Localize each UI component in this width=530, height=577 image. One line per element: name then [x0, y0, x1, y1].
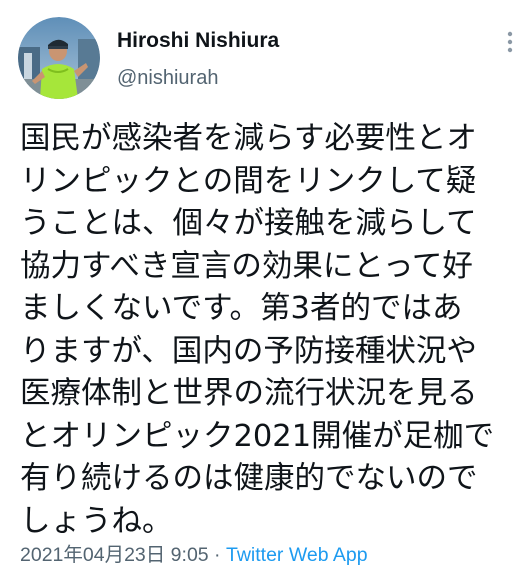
tweet-line: とオリンピック2021開催が足枷で: [20, 418, 495, 454]
tweet: Hiroshi Nishiura @nishiurah 国民が感染者を減らす必要…: [0, 0, 530, 577]
avatar[interactable]: [18, 17, 100, 99]
tweet-line: うことは、個々が接触を減らして: [20, 206, 477, 241]
tweet-timestamp[interactable]: 2021年04月23日 9:05: [20, 544, 209, 566]
author-info: Hiroshi Nishiura @nishiurah: [117, 28, 279, 90]
tweet-line: 協力すべき宣言の効果にとって好: [20, 248, 473, 284]
author-display-name[interactable]: Hiroshi Nishiura: [117, 28, 279, 54]
meta-separator: ·: [208, 544, 226, 566]
more-vertical-icon[interactable]: [498, 28, 522, 58]
tweet-line: しょうね。: [20, 503, 173, 539]
tweet-text: 国民が感染者を減らす必要性とオ リンピックとの間をリンクして疑 うことは、個々が…: [20, 118, 524, 543]
tweet-meta: 2021年04月23日 9:05 · Twitter Web App: [20, 542, 368, 568]
tweet-line: 医療体制と世界の流行状況を見る: [20, 376, 478, 411]
tweet-line: 有り続けるのは健康的でないので: [20, 461, 478, 496]
tweet-line: 国民が感染者を減らす必要性とオ: [20, 121, 477, 156]
tweet-line: リンピックとの間をリンクして疑: [20, 163, 477, 199]
tweet-line: りますが、国内の予防接種状況や: [20, 333, 477, 369]
tweet-line: ましくないです。第3者的ではあ: [20, 291, 463, 326]
author-handle[interactable]: @nishiurah: [117, 66, 279, 90]
source-link[interactable]: Twitter Web App: [226, 544, 368, 566]
